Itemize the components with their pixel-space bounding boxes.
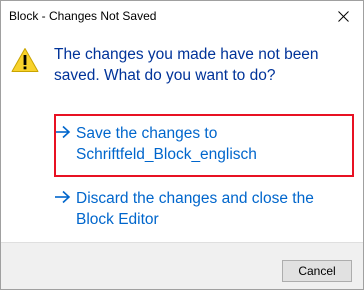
cancel-button[interactable]: Cancel [282,260,352,282]
window-title: Block - Changes Not Saved [9,9,157,23]
discard-changes-label: Discard the changes and close the Block … [76,190,314,228]
dialog-content: The changes you made have not been saved… [1,31,363,242]
close-icon [337,10,349,22]
warning-icon [11,48,39,72]
close-button[interactable] [323,1,363,31]
title-bar: Block - Changes Not Saved [1,1,363,31]
dialog-footer: Cancel [1,242,363,289]
main-instruction: The changes you made have not been saved… [54,46,319,84]
dialog-window: Block - Changes Not Saved The changes yo… [0,0,364,290]
discard-changes-link[interactable]: Discard the changes and close the Block … [54,188,344,230]
save-changes-link[interactable]: Save the changes to Schriftfeld_Block_en… [54,123,344,165]
arrow-right-icon [54,123,76,144]
save-changes-label: Save the changes to Schriftfeld_Block_en… [76,125,257,163]
arrow-right-icon [54,188,76,209]
